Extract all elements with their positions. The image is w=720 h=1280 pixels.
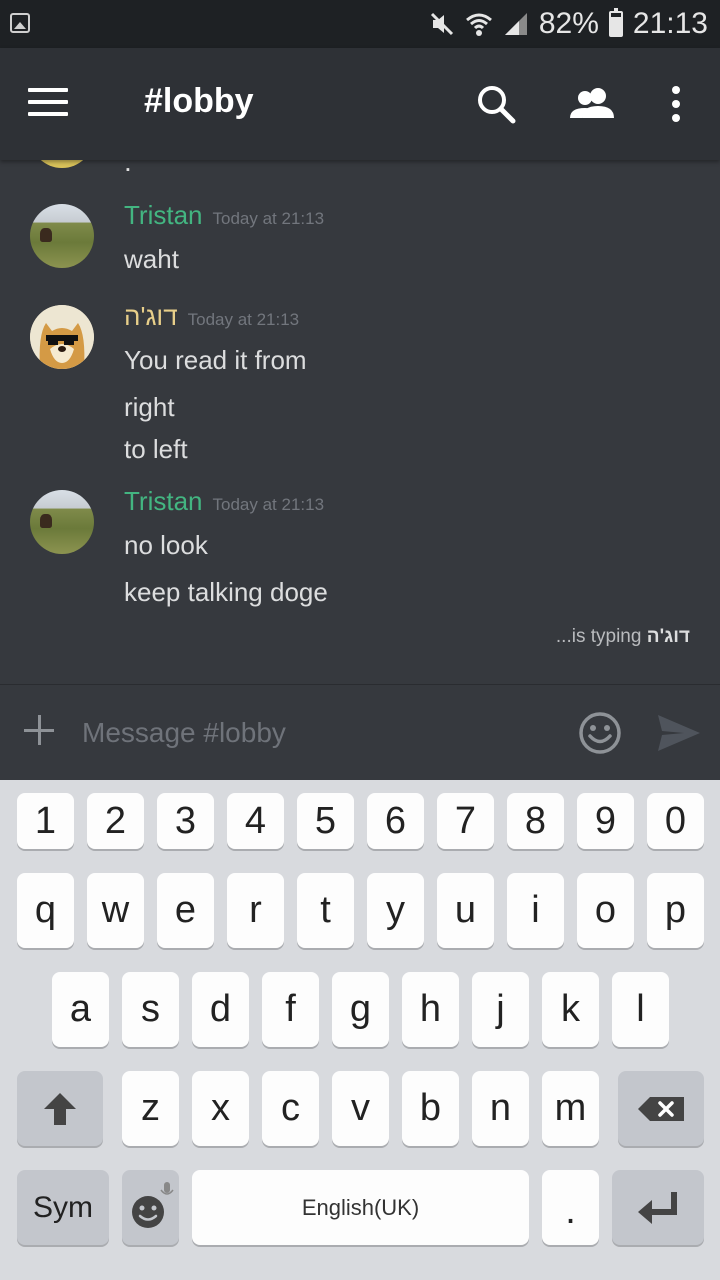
message-text: to left — [124, 434, 188, 464]
signal-icon — [504, 13, 527, 35]
shift-key[interactable] — [17, 1071, 103, 1146]
author-name: Tristan — [124, 200, 203, 230]
battery-fill — [610, 16, 621, 35]
key-r[interactable]: r — [227, 873, 284, 948]
key-t[interactable]: t — [297, 873, 354, 948]
key-e[interactable]: e — [157, 873, 214, 948]
search-icon[interactable] — [474, 82, 518, 126]
key-u[interactable]: u — [437, 873, 494, 948]
key-b[interactable]: b — [402, 1071, 459, 1146]
sym-key[interactable]: Sym — [17, 1170, 109, 1245]
key-2[interactable]: 2 — [87, 793, 144, 849]
mute-icon — [430, 12, 453, 36]
avatar[interactable] — [30, 305, 94, 369]
key-k[interactable]: k — [542, 972, 599, 1047]
key-o[interactable]: o — [577, 873, 634, 948]
author-name: דוג'ה — [124, 301, 178, 331]
channel-title: #lobby — [144, 82, 254, 120]
doge-avatar-icon — [30, 305, 94, 369]
emoji-key[interactable] — [122, 1170, 179, 1245]
key-w[interactable]: w — [87, 873, 144, 948]
key-8[interactable]: 8 — [507, 793, 564, 849]
message-input[interactable] — [80, 707, 554, 759]
key-q[interactable]: q — [17, 873, 74, 948]
period-key[interactable]: . — [542, 1170, 599, 1245]
key-z[interactable]: z — [122, 1071, 179, 1146]
key-x[interactable]: x — [192, 1071, 249, 1146]
key-m[interactable]: m — [542, 1071, 599, 1146]
message-text: You read it from — [124, 345, 307, 375]
enter-icon — [638, 1191, 677, 1224]
backspace-key[interactable] — [618, 1071, 704, 1146]
typing-indicator: ...is typing דוג'ה — [556, 626, 690, 648]
message-list[interactable]: : Tristan Today at 21:13 waht דוג'ה Today … — [0, 160, 720, 684]
key-s[interactable]: s — [122, 972, 179, 1047]
soft-keyboard: 1 2 3 4 5 6 7 8 9 0 q w e r t y u i o p … — [0, 780, 720, 1280]
message-text: keep talking doge — [124, 577, 328, 607]
avatar[interactable] — [30, 160, 94, 168]
key-7[interactable]: 7 — [437, 793, 494, 849]
shift-arrow-icon — [44, 1092, 76, 1125]
key-i[interactable]: i — [507, 873, 564, 948]
key-p[interactable]: p — [647, 873, 704, 948]
key-f[interactable]: f — [262, 972, 319, 1047]
space-key[interactable]: English(UK) — [192, 1170, 529, 1245]
key-0[interactable]: 0 — [647, 793, 704, 849]
add-attachment-icon[interactable] — [24, 715, 54, 745]
key-d[interactable]: d — [192, 972, 249, 1047]
key-6[interactable]: 6 — [367, 793, 424, 849]
message-text: no look — [124, 530, 208, 560]
key-n[interactable]: n — [472, 1071, 529, 1146]
app-bar: #lobby — [0, 48, 720, 160]
key-g[interactable]: g — [332, 972, 389, 1047]
typing-suffix: ...is typing — [555, 626, 642, 647]
wifi-icon — [465, 13, 492, 36]
members-icon[interactable] — [568, 82, 618, 126]
key-5[interactable]: 5 — [297, 793, 354, 849]
message-text: waht — [124, 244, 179, 274]
key-3[interactable]: 3 — [157, 793, 214, 849]
message-author[interactable]: Tristan Today at 21:13 — [124, 486, 324, 517]
status-bar: 82% 21:13 — [0, 0, 720, 48]
key-9[interactable]: 9 — [577, 793, 634, 849]
avatar[interactable] — [30, 490, 94, 554]
battery-icon — [608, 8, 623, 37]
typing-user: דוג'ה — [646, 626, 690, 647]
key-1[interactable]: 1 — [17, 793, 74, 849]
message-text: right — [124, 392, 175, 422]
key-j[interactable]: j — [472, 972, 529, 1047]
key-c[interactable]: c — [262, 1071, 319, 1146]
backspace-icon — [638, 1096, 684, 1121]
menu-icon[interactable] — [28, 88, 68, 118]
message-author[interactable]: Tristan Today at 21:13 — [124, 200, 324, 231]
key-4[interactable]: 4 — [227, 793, 284, 849]
overflow-icon[interactable] — [660, 82, 692, 126]
key-l[interactable]: l — [612, 972, 669, 1047]
clock: 21:13 — [632, 7, 708, 40]
emoji-mic-icon — [131, 1181, 174, 1228]
gallery-icon — [10, 13, 30, 33]
message-author[interactable]: דוג'ה Today at 21:13 — [124, 301, 299, 332]
message-timestamp: Today at 21:13 — [212, 495, 325, 514]
key-h[interactable]: h — [402, 972, 459, 1047]
message-timestamp: Today at 21:13 — [212, 209, 325, 228]
key-a[interactable]: a — [52, 972, 109, 1047]
emoji-icon[interactable] — [578, 711, 622, 755]
message-timestamp: Today at 21:13 — [187, 310, 300, 329]
battery-percent: 82% — [538, 7, 599, 40]
status-bar-right: 82% 21:13 — [429, 6, 708, 42]
message-composer — [0, 684, 720, 781]
enter-key[interactable] — [612, 1170, 704, 1245]
key-y[interactable]: y — [367, 873, 424, 948]
key-v[interactable]: v — [332, 1071, 389, 1146]
avatar[interactable] — [30, 204, 94, 268]
author-name: Tristan — [124, 486, 203, 516]
message-text: : — [124, 160, 132, 177]
send-icon[interactable] — [656, 713, 702, 753]
